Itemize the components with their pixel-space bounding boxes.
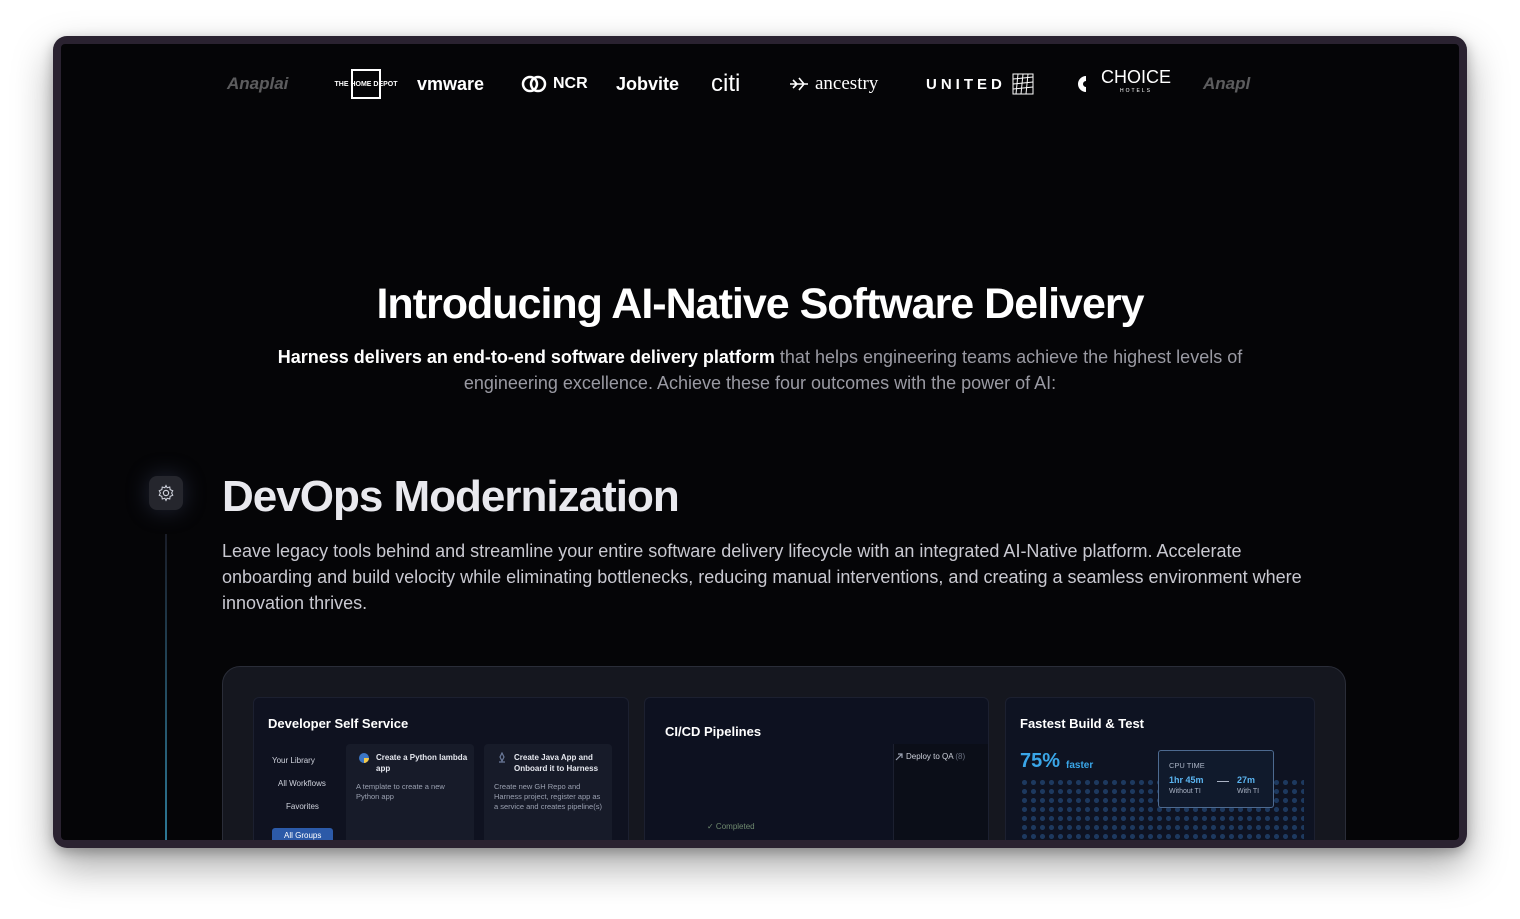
citi-logo: citi bbox=[711, 70, 741, 97]
template-card-python[interactable]: Create a Python lambda app A template to… bbox=[346, 744, 474, 840]
cpu-time-without-label: Without TI bbox=[1169, 788, 1201, 795]
template-description: Create new GH Repo and Harness project, … bbox=[494, 782, 602, 811]
dashboard-preview: Developer Self Service Your Library All … bbox=[222, 666, 1346, 840]
jobvite-logo: Jobvite bbox=[616, 73, 680, 94]
section-gear-badge bbox=[149, 476, 183, 510]
ancestry-logo: ancestry bbox=[789, 66, 878, 102]
ancestry-leaf-icon bbox=[790, 77, 808, 91]
choice-mark-icon bbox=[1078, 76, 1086, 92]
home-depot-mark: THE HOME DEPOT bbox=[335, 69, 398, 99]
united-globe-icon bbox=[1012, 73, 1034, 95]
template-description: A template to create a new Python app bbox=[356, 782, 445, 801]
intro-bold: Harness delivers an end-to-end software … bbox=[277, 347, 775, 367]
card-title: Developer Self Service bbox=[268, 716, 409, 731]
template-card-java[interactable]: Create Java App and Onboard it to Harnes… bbox=[484, 744, 612, 840]
pipeline-status-completed: ✓ Completed bbox=[707, 822, 755, 831]
cpu-time-with-value: 27m bbox=[1237, 775, 1256, 785]
cpu-time-without-value: 1hr 45m bbox=[1169, 775, 1204, 785]
python-icon bbox=[359, 753, 369, 763]
page-headline: Introducing AI-Native Software Delivery bbox=[376, 280, 1144, 328]
template-title: Create a Python lambda app bbox=[376, 753, 468, 773]
ncr-mark-icon bbox=[521, 75, 547, 93]
library-item-all-groups[interactable]: All Groups bbox=[272, 828, 334, 840]
library-item-favorites[interactable]: Favorites bbox=[286, 802, 319, 811]
card-title: CI/CD Pipelines bbox=[665, 724, 762, 739]
cpu-time-with-label: With TI bbox=[1237, 788, 1260, 795]
section-title: DevOps Modernization bbox=[222, 472, 680, 521]
java-icon bbox=[499, 752, 505, 763]
section-timeline-line bbox=[165, 534, 167, 840]
library-item-all-workflows[interactable]: All Workflows bbox=[278, 779, 326, 788]
home-depot-logo: THE HOME DEPOT bbox=[335, 66, 398, 102]
template-title: Create Java App and Onboard it to Harnes… bbox=[514, 753, 599, 773]
deploy-icon bbox=[895, 753, 903, 761]
choice-hotels-logo: CHOICE HOTELS bbox=[1077, 66, 1171, 102]
page-screen: Anaplai THE HOME DEPOT vmware NCR Jobvit… bbox=[61, 44, 1459, 840]
card-title: Fastest Build & Test bbox=[1020, 716, 1145, 731]
cpu-arrow bbox=[1217, 781, 1229, 782]
library-item-your-library[interactable]: Your Library bbox=[272, 756, 315, 765]
intro-paragraph: Harness delivers an end-to-end software … bbox=[231, 344, 1289, 396]
gear-icon bbox=[158, 484, 174, 502]
cicd-pipelines-card: CI/CD Pipelines Deploy to QA (8) ✓ Compl… bbox=[644, 697, 989, 840]
anaplan-logo: Anaplai bbox=[227, 74, 289, 93]
vmware-logo: vmware bbox=[417, 73, 485, 94]
deploy-stage-panel[interactable]: Deploy to QA (8) bbox=[893, 744, 988, 840]
device-frame: Anaplai THE HOME DEPOT vmware NCR Jobvit… bbox=[53, 36, 1467, 848]
speedup-percent: 75% bbox=[1020, 750, 1061, 772]
speedup-label: faster bbox=[1066, 760, 1094, 771]
deploy-count: (8) bbox=[955, 752, 966, 761]
united-logo: UNITED bbox=[926, 66, 1034, 102]
choice-hotels-text: CHOICE HOTELS bbox=[1101, 67, 1172, 94]
section-description: Leave legacy tools behind and streamline… bbox=[222, 541, 1302, 613]
customer-logo-strip: Anaplai THE HOME DEPOT vmware NCR Jobvit… bbox=[221, 66, 1281, 102]
anaplan-logo-repeat: Anapl bbox=[1203, 74, 1251, 93]
deploy-stage-label: Deploy to QA (8) bbox=[906, 752, 965, 761]
developer-self-service-card: Developer Self Service Your Library All … bbox=[253, 697, 629, 840]
ncr-logo: NCR bbox=[521, 66, 588, 102]
cpu-time-title: CPU TIME bbox=[1169, 761, 1205, 770]
cpu-time-tooltip: CPU TIME 1hr 45m 27m Without TI With TI bbox=[1158, 750, 1274, 808]
build-test-card: Fastest Build & Test 75% faster CPU TIME… bbox=[1005, 697, 1315, 840]
deploy-label-text: Deploy to QA bbox=[906, 752, 954, 761]
